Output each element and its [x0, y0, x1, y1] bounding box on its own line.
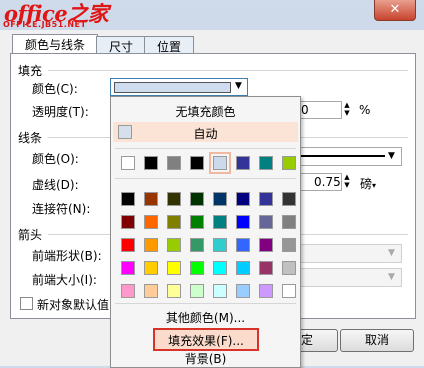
palette-color-swatch[interactable]: [144, 238, 158, 252]
palette-color-swatch[interactable]: [190, 261, 204, 275]
palette-color-swatch[interactable]: [190, 284, 204, 298]
palette-color-swatch[interactable]: [236, 215, 250, 229]
cancel-button[interactable]: 取消: [340, 329, 414, 352]
front-style-label: 前端形状(B):: [32, 249, 102, 263]
transparency-value: 0: [301, 103, 309, 117]
palette-color-swatch[interactable]: [167, 215, 181, 229]
watermark-url: OFFICE.JB51.NET: [3, 20, 87, 29]
fill-effects-option[interactable]: 填充效果(F)...: [153, 328, 259, 351]
palette-color-swatch[interactable]: [121, 284, 135, 298]
palette-color-swatch[interactable]: [121, 215, 135, 229]
palette-color-swatch[interactable]: [282, 192, 296, 206]
palette-color-swatch[interactable]: [144, 261, 158, 275]
recent-color-swatch[interactable]: [190, 156, 204, 170]
background-option[interactable]: 背景(B): [111, 350, 300, 367]
palette-color-swatch[interactable]: [236, 238, 250, 252]
fill-color-preview: [114, 82, 231, 93]
automatic-label: 自动: [193, 127, 218, 141]
recent-color-swatch[interactable]: [282, 156, 296, 170]
chevron-down-icon: ▼: [235, 81, 242, 91]
palette-color-swatch[interactable]: [236, 261, 250, 275]
title-bar: office之家 OFFICE.JB51.NET ✕: [0, 0, 424, 30]
palette-color-swatch[interactable]: [213, 284, 227, 298]
transparency-input[interactable]: 0: [298, 101, 342, 119]
line-color-label: 颜色(O):: [32, 152, 79, 166]
palette-color-swatch[interactable]: [213, 192, 227, 206]
palette-color-swatch[interactable]: [121, 192, 135, 206]
palette-color-swatch[interactable]: [190, 238, 204, 252]
palette-color-swatch[interactable]: [259, 284, 273, 298]
default-checkbox-label: 新对象默认值: [37, 298, 110, 312]
color-picker-popup: 无填充颜色 自动 其他颜色(M)... 填充效果(F)... 背景(B): [110, 96, 301, 368]
dash-label: 虚线(D):: [32, 178, 79, 192]
recent-color-swatch[interactable]: [121, 156, 135, 170]
line-color-preview: [301, 155, 385, 157]
palette-color-swatch[interactable]: [213, 238, 227, 252]
transparency-label: 透明度(T):: [32, 105, 89, 119]
palette-color-swatch[interactable]: [144, 284, 158, 298]
palette-color-swatch[interactable]: [236, 192, 250, 206]
front-size-label: 前端大小(I):: [32, 273, 97, 287]
palette-color-swatch[interactable]: [121, 261, 135, 275]
palette-color-swatch[interactable]: [213, 261, 227, 275]
popup-divider: [115, 148, 296, 149]
fill-section-label: 填充: [18, 64, 43, 78]
palette-color-swatch[interactable]: [282, 238, 296, 252]
connector-label: 连接符(N):: [32, 202, 91, 216]
palette-color-swatch[interactable]: [121, 238, 135, 252]
recent-color-swatch[interactable]: [209, 152, 231, 174]
automatic-option[interactable]: 自动: [113, 122, 298, 142]
fill-color-label: 颜色(C):: [32, 82, 78, 96]
more-colors-option[interactable]: 其他颜色(M)...: [111, 309, 300, 326]
popup-divider: [115, 303, 296, 304]
recent-color-swatch[interactable]: [167, 156, 181, 170]
line-weight-unit[interactable]: 磅▾: [360, 175, 376, 192]
palette-color-swatch[interactable]: [167, 284, 181, 298]
line-weight-spinner[interactable]: ▲ ▼: [341, 173, 353, 190]
fill-effects-label: 填充效果(F)...: [168, 334, 244, 348]
line-weight-value: 0.75: [314, 175, 341, 189]
palette-color-swatch[interactable]: [167, 261, 181, 275]
chevron-down-icon: ▼: [388, 248, 395, 258]
palette-color-swatch[interactable]: [144, 192, 158, 206]
arrows-section-label: 箭头: [18, 228, 43, 242]
front-size-dropdown[interactable]: ▼: [298, 268, 402, 287]
transparency-spinner[interactable]: ▲ ▼: [341, 101, 353, 118]
palette-color-swatch[interactable]: [236, 284, 250, 298]
palette-color-swatch[interactable]: [190, 192, 204, 206]
line-section-label: 线条: [18, 131, 43, 145]
palette-color-swatch[interactable]: [167, 192, 181, 206]
recent-color-swatch[interactable]: [236, 156, 250, 170]
palette-color-swatch[interactable]: [144, 215, 158, 229]
popup-divider: [115, 178, 296, 179]
recent-color-swatch[interactable]: [144, 156, 158, 170]
palette-color-swatch[interactable]: [259, 215, 273, 229]
palette-color-swatch[interactable]: [282, 284, 296, 298]
chevron-down-icon: ▼: [388, 272, 395, 282]
default-checkbox[interactable]: [20, 297, 33, 310]
chevron-down-icon: ▼: [388, 151, 395, 161]
close-button[interactable]: ✕: [374, 0, 416, 21]
palette-color-swatch[interactable]: [282, 261, 296, 275]
palette-color-swatch[interactable]: [167, 238, 181, 252]
line-color-dropdown[interactable]: ▼: [298, 147, 402, 166]
front-style-dropdown[interactable]: ▼: [298, 244, 402, 263]
palette-color-swatch[interactable]: [213, 215, 227, 229]
palette-color-swatch[interactable]: [259, 261, 273, 275]
palette-color-swatch[interactable]: [259, 192, 273, 206]
palette-color-swatch[interactable]: [190, 215, 204, 229]
fill-color-dropdown[interactable]: ▼: [110, 78, 248, 96]
fill-divider: [48, 70, 408, 71]
line-weight-input[interactable]: 0.75: [298, 173, 342, 191]
no-fill-option[interactable]: 无填充颜色: [111, 103, 300, 120]
recent-color-swatch[interactable]: [259, 156, 273, 170]
palette-color-swatch[interactable]: [282, 215, 296, 229]
transparency-unit: %: [359, 103, 371, 117]
palette-color-swatch[interactable]: [259, 238, 273, 252]
